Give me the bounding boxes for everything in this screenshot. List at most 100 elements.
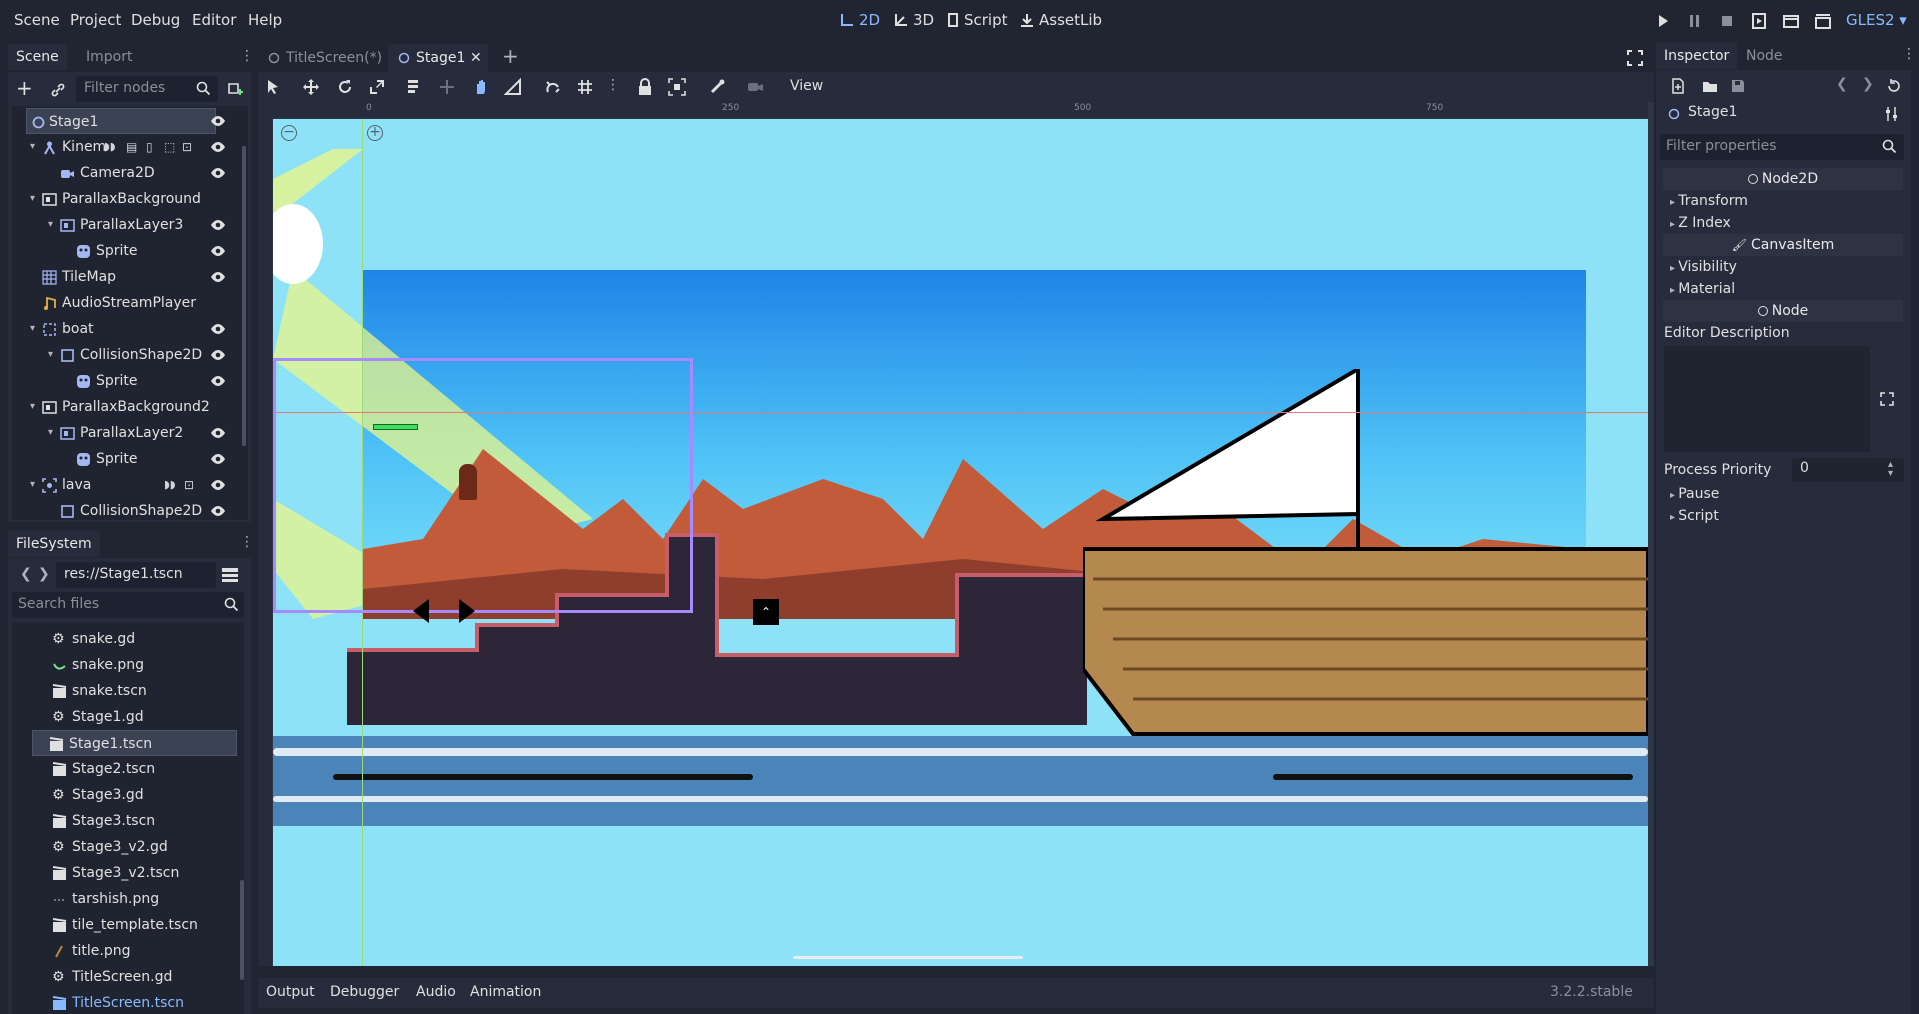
skeleton-bone-icon[interactable] — [708, 78, 726, 96]
game-canvas[interactable]: − + ⌃ — [273, 119, 1648, 966]
file-item[interactable]: ⚙ snake.gd — [36, 626, 240, 652]
file-item[interactable]: tile_template.tscn — [36, 912, 240, 938]
save-icon[interactable] — [1730, 78, 1746, 94]
play-custom-scene-icon[interactable] — [1782, 13, 1800, 29]
eye-icon[interactable] — [210, 321, 226, 337]
link-icon[interactable] — [50, 82, 66, 98]
renderer-select[interactable]: GLES2 ▾ — [1846, 11, 1907, 29]
instance-scene-icon[interactable] — [226, 81, 244, 99]
ruler-tool-icon[interactable] — [504, 78, 522, 96]
scale-tool-icon[interactable] — [368, 78, 386, 96]
group-selection-icon[interactable]: ⊡ — [184, 472, 194, 498]
path-field[interactable]: res://Stage1.tscn — [56, 562, 216, 588]
process-priority-spinbox[interactable]: 0 ▴ ▾ — [1792, 458, 1904, 482]
list-select-icon[interactable] — [406, 78, 424, 96]
file-item[interactable]: ⚙ Stage1.gd — [36, 704, 240, 730]
eye-icon[interactable] — [210, 477, 226, 493]
group-transform[interactable]: ▸ Transform — [1670, 190, 1748, 212]
file-item-selected[interactable]: Stage1.tscn — [32, 730, 237, 756]
dock-menu-icon[interactable]: ⋮ — [1902, 46, 1916, 62]
tab-debugger[interactable]: Debugger — [330, 984, 399, 1000]
tree-node-audiostreamplayer[interactable]: AudioStreamPlayer — [12, 290, 248, 316]
file-item[interactable]: ⚙ Stage3_v2.gd — [36, 834, 240, 860]
signal-icon[interactable]: ◗◗ — [104, 134, 116, 160]
mode-3d-button[interactable]: 3D — [894, 11, 934, 29]
group-pause[interactable]: ▸ Pause — [1670, 483, 1719, 505]
file-item[interactable]: ⚙ TitleScreen.gd — [36, 964, 240, 990]
collapse-arrow-icon[interactable]: ▾ — [30, 394, 35, 420]
menu-debug[interactable]: Debug — [131, 11, 180, 29]
tree-node-stage1[interactable]: Stage1 — [26, 108, 216, 134]
group-icon[interactable]: ▤ — [126, 134, 137, 160]
mode-script-button[interactable]: Script — [947, 11, 1008, 29]
scene-tab-stage1[interactable]: Stage1 ✕ — [388, 44, 488, 72]
object-properties-icon[interactable] — [1884, 106, 1900, 122]
split-view-icon[interactable] — [220, 565, 240, 585]
distraction-free-icon[interactable] — [1627, 50, 1643, 66]
menu-project[interactable]: Project — [70, 11, 121, 29]
view-menu[interactable]: View — [790, 78, 823, 94]
tab-audio[interactable]: Audio — [416, 984, 456, 1000]
play-scene-icon[interactable] — [1750, 13, 1768, 29]
group-zindex[interactable]: ▸ Z Index — [1670, 212, 1731, 234]
group-material[interactable]: ▸ Material — [1670, 278, 1735, 300]
eye-icon[interactable] — [210, 373, 226, 389]
menu-editor[interactable]: Editor — [192, 11, 236, 29]
eye-icon[interactable] — [210, 243, 226, 259]
file-item[interactable]: TitleScreen.tscn — [36, 990, 240, 1014]
grid-snap-icon[interactable] — [576, 78, 594, 96]
eye-icon[interactable] — [210, 347, 226, 363]
script-attached-icon[interactable]: ▯ — [146, 134, 153, 160]
file-item[interactable]: title.png — [36, 938, 240, 964]
eye-icon[interactable] — [210, 269, 226, 285]
tab-animation[interactable]: Animation — [470, 984, 541, 1000]
expand-textarea-icon[interactable] — [1880, 392, 1894, 406]
file-item[interactable]: snake.png — [36, 652, 240, 678]
add-node-button[interactable]: + — [16, 78, 33, 98]
spin-arrows-icon[interactable]: ▴ ▾ — [1888, 460, 1893, 479]
pause-icon[interactable] — [1686, 13, 1704, 29]
mode-assetlib-button[interactable]: AssetLib — [1020, 11, 1102, 29]
play-icon[interactable] — [1654, 13, 1672, 29]
selected-node-name[interactable]: Stage1 — [1688, 104, 1737, 120]
viewport[interactable]: 0 250 500 750 − + ⌃ — [258, 102, 1654, 966]
dock-menu-icon[interactable]: ⋮ — [240, 48, 254, 64]
filter-properties-input[interactable]: Filter properties — [1660, 134, 1904, 160]
tree-node-parallaxbackground2[interactable]: ▾ ParallaxBackground2 — [12, 394, 248, 420]
snap-toggle-icon[interactable] — [544, 78, 562, 96]
tab-inspector[interactable]: Inspector — [1656, 43, 1738, 69]
snap-options-icon[interactable]: ⋮ — [606, 77, 620, 93]
tab-scene[interactable]: Scene — [8, 44, 67, 70]
search-files-input[interactable]: Search files — [12, 592, 244, 618]
file-item[interactable]: ⚙ Stage3.gd — [36, 782, 240, 808]
collapse-arrow-icon[interactable]: ▾ — [30, 472, 35, 498]
eye-icon[interactable] — [210, 165, 226, 181]
file-item[interactable]: Stage3_v2.tscn — [36, 860, 240, 886]
camera-override-icon[interactable] — [746, 78, 764, 96]
group-visibility[interactable]: ▸ Visibility — [1670, 256, 1737, 278]
tree-scrollbar[interactable] — [242, 146, 246, 446]
new-tab-button[interactable]: + — [502, 44, 519, 68]
pan-tool-icon[interactable] — [472, 78, 490, 96]
collapse-arrow-icon[interactable]: ▾ — [48, 212, 53, 238]
dock-menu-icon[interactable]: ⋮ — [240, 534, 254, 550]
rotate-tool-icon[interactable] — [336, 78, 354, 96]
tab-output[interactable]: Output — [266, 984, 315, 1000]
eye-icon[interactable] — [210, 217, 226, 233]
editor-description-textarea[interactable] — [1664, 346, 1870, 452]
open-folder-icon[interactable] — [1702, 78, 1718, 94]
collapse-arrow-icon[interactable]: ▾ — [48, 342, 53, 368]
collapse-arrow-icon[interactable]: ▾ — [30, 134, 35, 160]
eye-icon[interactable] — [210, 451, 226, 467]
menu-scene[interactable]: Scene — [14, 11, 60, 29]
file-item[interactable]: Stage3.tscn — [36, 808, 240, 834]
back-arrow-icon[interactable]: ❮ — [20, 566, 32, 582]
filter-nodes-input[interactable]: Filter nodes — [76, 76, 218, 102]
tab-import[interactable]: Import — [78, 44, 140, 70]
group-selection-icon[interactable]: ⊡ — [182, 134, 192, 160]
tree-node-parallaxbackground[interactable]: ▾ ParallaxBackground — [12, 186, 248, 212]
file-item[interactable]: tarshish.png — [36, 886, 240, 912]
viewport-h-scrollbar[interactable] — [793, 956, 1023, 959]
group-icon[interactable] — [668, 78, 686, 96]
forward-arrow-icon[interactable]: ❯ — [38, 566, 50, 582]
